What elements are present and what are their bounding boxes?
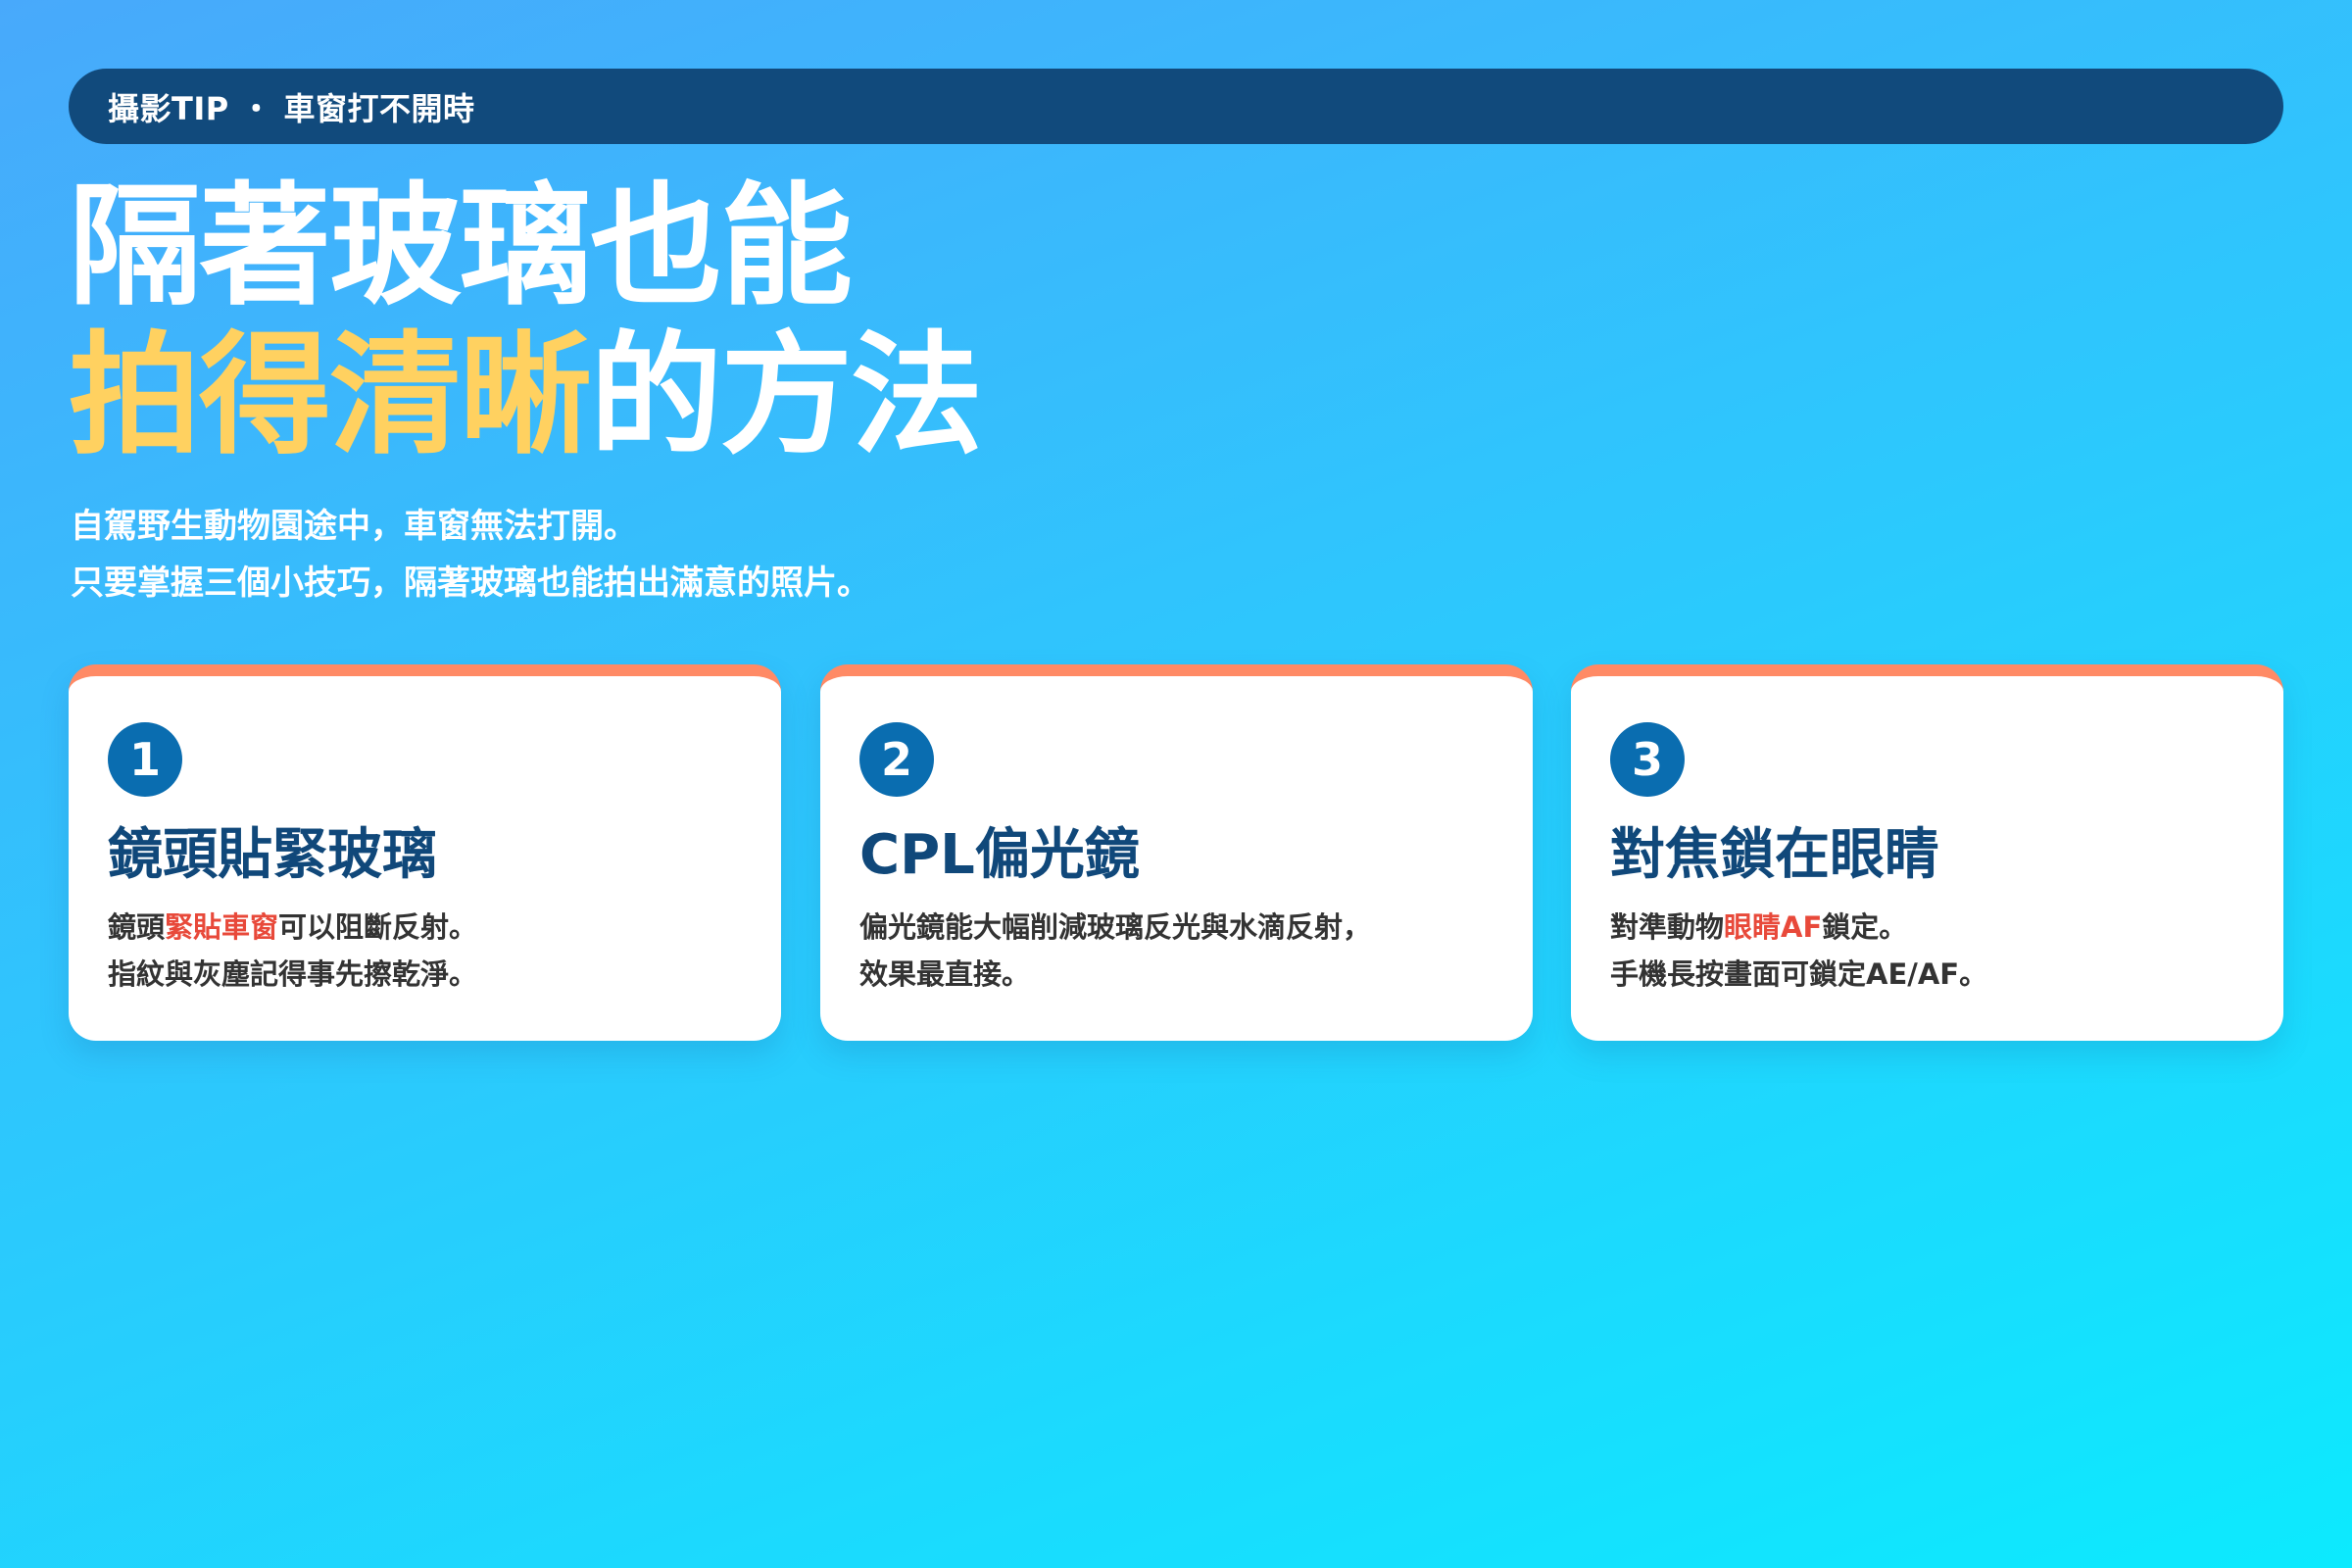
header-tag: 攝影TIP ・ 車窗打不開時 — [108, 89, 475, 127]
tip-title: CPL偏光鏡 — [859, 823, 1140, 887]
tip-body-line-1: 鏡頭緊貼車窗可以阻斷反射。 — [108, 904, 477, 951]
subtitle-line-1: 自駕野生動物園途中，車窗無法打開。 — [71, 507, 637, 546]
header-tag-bar: 攝影TIP ・ 車窗打不開時 — [69, 69, 2283, 144]
tip-body: 對準動物眼睛AF鎖定。 手機長按畫面可鎖定AE/AF。 — [1610, 904, 1987, 998]
tip-body-text: 鏡頭 — [108, 910, 166, 944]
tip-card-2: 2 CPL偏光鏡 偏光鏡能大幅削減玻璃反光與水滴反射， 效果最直接。 — [820, 664, 1533, 1041]
tip-title: 對焦鎖在眼睛 — [1610, 823, 1939, 887]
tip-body-text: 鎖定。 — [1822, 910, 1908, 944]
tip-body-line-2: 手機長按畫面可鎖定AE/AF。 — [1610, 957, 1988, 991]
title-rest: 的方法 — [590, 318, 983, 472]
tip-body-text: 對準動物 — [1610, 910, 1725, 944]
tip-body-line-2: 指紋與灰塵記得事先擦乾淨。 — [108, 957, 478, 991]
tip-body: 偏光鏡能大幅削減玻璃反光與水滴反射， 效果最直接。 — [859, 904, 1371, 998]
title-highlight: 拍得清晰 — [69, 318, 592, 472]
tip-body-emphasis: 緊貼車窗 — [165, 910, 279, 944]
tip-card-3: 3 對焦鎖在眼睛 對準動物眼睛AF鎖定。 手機長按畫面可鎖定AE/AF。 — [1571, 664, 2283, 1041]
tip-number-badge: 2 — [859, 722, 934, 797]
tips-cards: 1 鏡頭貼緊玻璃 鏡頭緊貼車窗可以阻斷反射。 指紋與灰塵記得事先擦乾淨。 2 C… — [69, 664, 2283, 1041]
subtitle-line-2: 只要掌握三個小技巧，隔著玻璃也能拍出滿意的照片。 — [71, 564, 870, 603]
tip-title: 鏡頭貼緊玻璃 — [108, 823, 437, 887]
subtitle: 自駕野生動物園途中，車窗無法打開。 只要掌握三個小技巧，隔著玻璃也能拍出滿意的照… — [71, 498, 870, 612]
tip-body-line-1: 偏光鏡能大幅削減玻璃反光與水滴反射， — [859, 910, 1372, 944]
page-title: 隔著玻璃也能 拍得清晰的方法 — [69, 170, 983, 472]
tip-body-emphasis: 眼睛AF — [1724, 910, 1823, 944]
tip-body-line-1: 對準動物眼睛AF鎖定。 — [1610, 904, 1987, 951]
tip-body: 鏡頭緊貼車窗可以阻斷反射。 指紋與灰塵記得事先擦乾淨。 — [108, 904, 477, 998]
title-line-2: 拍得清晰的方法 — [69, 318, 983, 472]
tip-body-line-2: 效果最直接。 — [859, 957, 1031, 991]
tip-body-text: 可以阻斷反射。 — [278, 910, 478, 944]
title-line-1: 隔著玻璃也能 — [69, 170, 853, 323]
tip-card-1: 1 鏡頭貼緊玻璃 鏡頭緊貼車窗可以阻斷反射。 指紋與灰塵記得事先擦乾淨。 — [69, 664, 781, 1041]
tip-number-badge: 1 — [108, 722, 182, 797]
tip-number-badge: 3 — [1610, 722, 1685, 797]
